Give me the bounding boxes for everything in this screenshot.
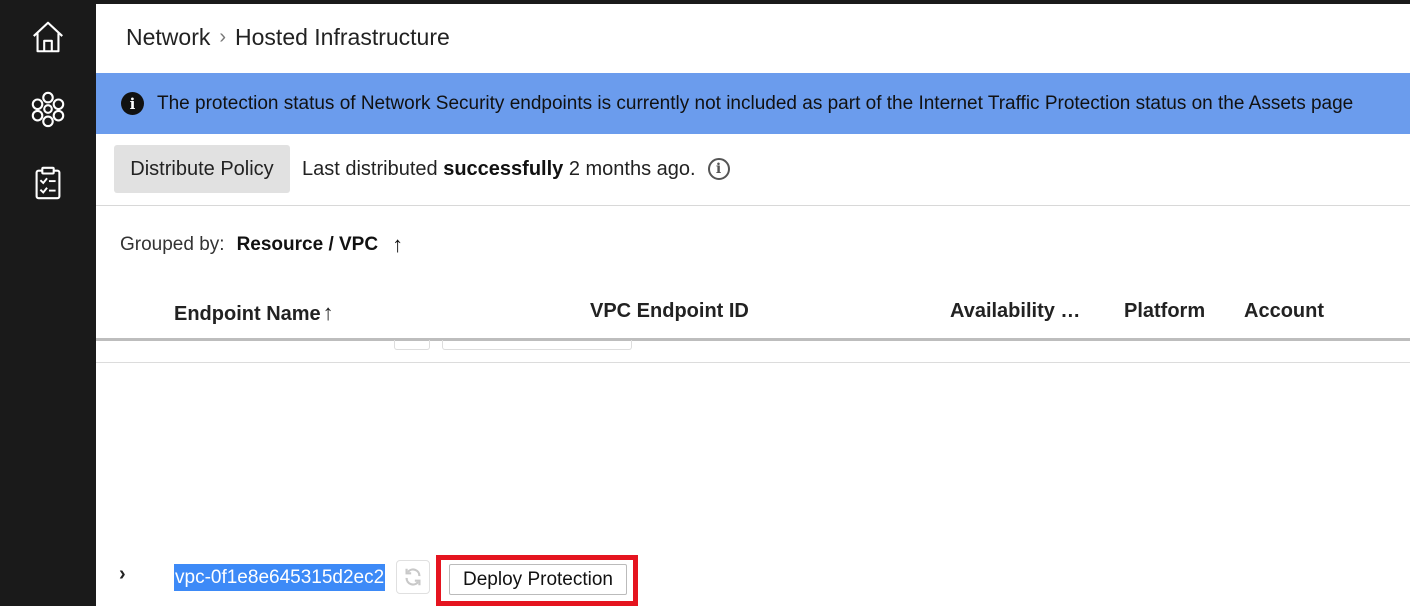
column-header-platform[interactable]: Platform	[1124, 300, 1205, 323]
column-header-availability[interactable]: Availability …	[950, 300, 1080, 323]
status-prefix: Last distributed	[302, 157, 438, 180]
column-header-vpc-endpoint-id[interactable]: VPC Endpoint ID	[590, 300, 749, 323]
status-result: successfully	[443, 157, 564, 180]
page-title: Hosted Infrastructure	[235, 24, 450, 50]
deploy-protection-button[interactable]: Deploy Protection	[449, 564, 627, 595]
info-icon: i	[121, 92, 144, 115]
toolbar: Distribute Policy Last distributed succe…	[114, 145, 730, 193]
table-header-divider	[96, 338, 1410, 341]
home-icon	[33, 21, 63, 53]
clipboard-check-icon	[35, 166, 61, 200]
sort-arrow-icon: ↑	[322, 300, 334, 325]
breadcrumb-separator: ›	[219, 26, 227, 48]
column-header-label: Endpoint Name	[174, 303, 321, 325]
sidebar	[0, 0, 96, 606]
breadcrumb-network-link[interactable]: Network	[126, 24, 210, 51]
status-time: 2 months ago.	[568, 157, 696, 180]
grouping-control: Grouped by: Resource / VPC ↑	[120, 232, 403, 258]
info-banner: i The protection status of Network Secur…	[96, 73, 1410, 134]
grouped-by-value[interactable]: Resource / VPC	[237, 234, 379, 256]
toolbar-divider	[96, 205, 1410, 206]
banner-text: The protection status of Network Securit…	[157, 92, 1354, 114]
status-info-icon[interactable]: i	[707, 158, 730, 180]
partial-control	[442, 340, 632, 350]
column-header-endpoint-name[interactable]: Endpoint Name↑	[174, 300, 334, 326]
sidebar-item-network[interactable]	[28, 89, 68, 129]
group-sort-arrow-icon[interactable]: ↑	[392, 232, 403, 258]
partial-control	[394, 340, 430, 350]
sidebar-item-home[interactable]	[28, 17, 68, 57]
last-distributed-status: Last distributed successfully 2 months a…	[302, 158, 696, 181]
vpc-id-selected-text[interactable]: vpc-0f1e8e645315d2ec2	[174, 564, 386, 591]
sidebar-item-tasks[interactable]	[28, 163, 68, 203]
row-divider	[96, 362, 1410, 363]
network-icon	[31, 91, 65, 128]
main-content: Network › Hosted Infrastructure i The pr…	[96, 4, 1410, 606]
breadcrumb: Network › Hosted Infrastructure	[126, 24, 450, 51]
refresh-button[interactable]	[396, 560, 430, 594]
distribute-policy-button[interactable]: Distribute Policy	[114, 145, 290, 193]
expand-row-chevron-icon[interactable]: ›	[119, 563, 126, 586]
refresh-icon	[405, 568, 421, 586]
column-header-account[interactable]: Account	[1244, 300, 1324, 323]
grouped-by-label: Grouped by:	[120, 234, 225, 255]
